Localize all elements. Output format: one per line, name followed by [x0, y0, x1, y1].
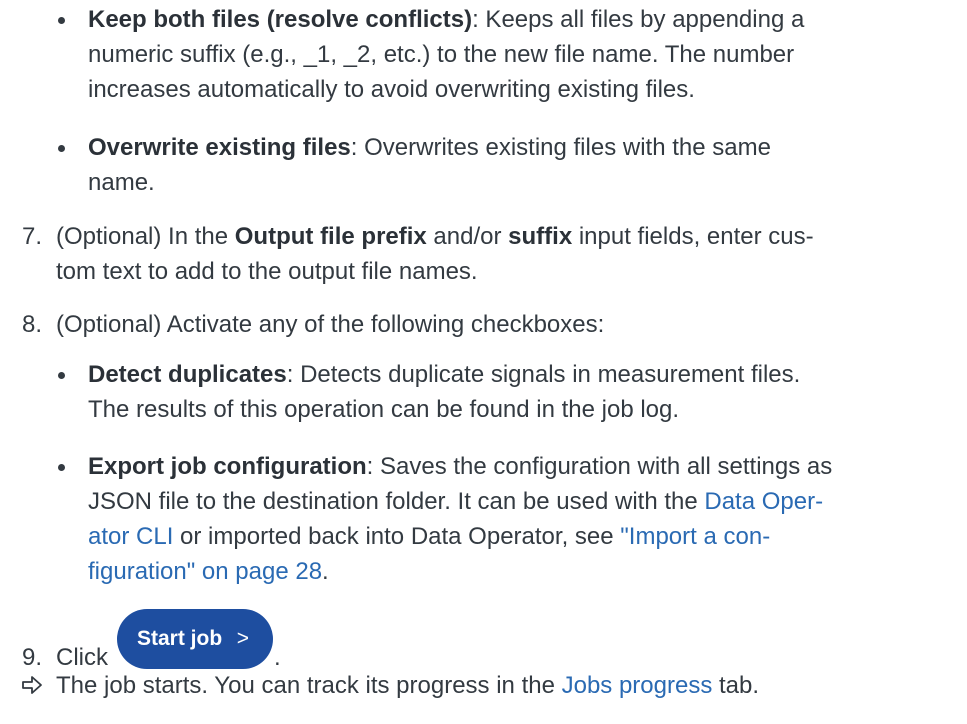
- output-file-prefix-label: Output file prefix: [234, 223, 427, 250]
- import-configuration-link-cont[interactable]: figuration" on page 28: [88, 558, 322, 585]
- option-keep-both: Keep both files (resolve conflicts): [88, 6, 473, 33]
- step-line: (Optional) Activate any of the following…: [56, 311, 605, 338]
- list-item-line: Export job configuration: Saves the conf…: [88, 453, 833, 480]
- chevron-right-icon: >: [236, 627, 249, 650]
- detect-duplicates-label: Detect duplicates: [88, 361, 287, 388]
- list-item-line: Detect duplicates: Detects duplicate sig…: [88, 361, 801, 388]
- list-item-line: name.: [88, 169, 155, 196]
- step-number: 9.: [22, 644, 43, 671]
- hollow-right-arrow-icon: [22, 676, 42, 694]
- import-configuration-link[interactable]: "Import a con-: [620, 523, 770, 550]
- list-item: Overwrite existing files: Overwrites exi…: [58, 130, 948, 200]
- option-overwrite: Overwrite existing files: [88, 134, 351, 161]
- list-item-line: JSON file to the destination folder. It …: [88, 488, 824, 515]
- step-line: tom text to add to the output file names…: [56, 258, 478, 285]
- list-item-line: increases automatically to avoid overwri…: [88, 76, 695, 103]
- suffix-label: suffix: [508, 223, 573, 250]
- data-operator-cli-link[interactable]: Data Oper-: [704, 488, 823, 515]
- list-item-line: figuration" on page 28.: [88, 558, 329, 585]
- step-text: Click: [56, 644, 108, 671]
- bullet-dot: [58, 372, 65, 379]
- list-item: Detect duplicates: Detects duplicate sig…: [58, 357, 948, 427]
- bullet-dot: [58, 17, 65, 24]
- bullet-dot: [58, 145, 65, 152]
- start-job-button-label: Start job: [137, 627, 223, 650]
- bullet-dot: [58, 464, 65, 471]
- list-item-line: Keep both files (resolve conflicts): Kee…: [88, 6, 805, 33]
- list-item-line: numeric suffix (e.g., _1, _2, etc.) to t…: [88, 41, 795, 68]
- step-8: 8. (Optional) Activate any of the follow…: [22, 307, 956, 342]
- result-text: The job starts. You can track its progre…: [56, 672, 760, 699]
- list-item-line: The results of this operation can be fou…: [88, 396, 680, 423]
- list-item-line: Overwrite existing files: Overwrites exi…: [88, 134, 771, 161]
- list-item-line: ator CLI or imported back into Data Oper…: [88, 523, 771, 550]
- data-operator-cli-link-cont[interactable]: ator CLI: [88, 523, 173, 550]
- jobs-progress-link[interactable]: Jobs progress: [562, 672, 713, 699]
- step-line: (Optional) In the Output file prefix and…: [56, 223, 814, 250]
- list-item: Keep both files (resolve conflicts): Kee…: [58, 2, 948, 107]
- list-item: Export job configuration: Saves the conf…: [58, 449, 948, 589]
- step-number: 7.: [22, 223, 43, 250]
- export-job-configuration-label: Export job configuration: [88, 453, 367, 480]
- step-number: 8.: [22, 311, 43, 338]
- start-job-button[interactable]: Start job >: [117, 609, 273, 669]
- step-7: 7. (Optional) In the Output file prefix …: [22, 219, 956, 289]
- document-page: Keep both files (resolve conflicts): Kee…: [0, 0, 967, 724]
